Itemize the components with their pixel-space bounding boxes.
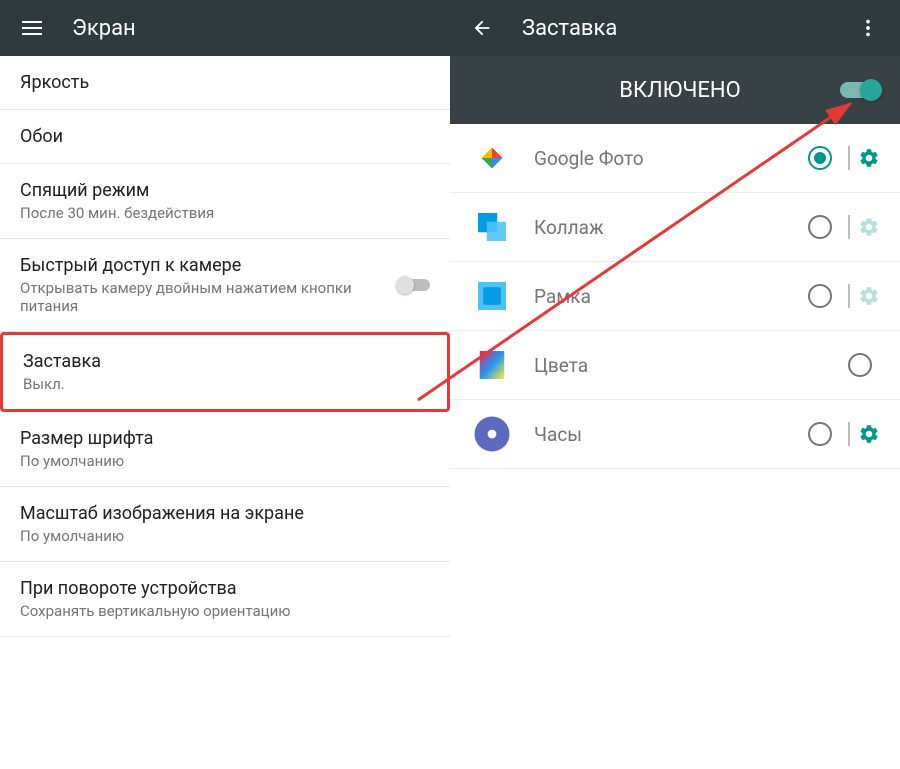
settings-item-subtitle: Сохранять вертикальную ориентацию (20, 602, 430, 620)
appbar-right: Заставка (450, 0, 900, 56)
clock-icon (470, 412, 514, 456)
radio-button[interactable] (848, 353, 872, 377)
colors-icon (470, 343, 514, 387)
appbar-title-left: Экран (72, 16, 136, 41)
radio-button[interactable] (808, 146, 832, 170)
settings-item-title: При повороте устройства (20, 578, 430, 599)
back-icon[interactable] (462, 8, 502, 48)
divider (848, 284, 850, 308)
settings-item[interactable]: При повороте устройства Сохранять вертика… (0, 562, 450, 637)
settings-item-subtitle: После 30 мин. бездействия (20, 204, 430, 222)
screensaver-label: Google Фото (534, 147, 808, 170)
status-label: ВКЛЮЧЕНО (520, 78, 840, 103)
appbar-left: Экран (0, 0, 450, 56)
settings-item-title: Быстрый доступ к камере (20, 255, 398, 276)
screensaver-label: Коллаж (534, 216, 808, 239)
status-bar: ВКЛЮЧЕНО (450, 56, 900, 124)
screensaver-item[interactable]: Google Фото (450, 124, 900, 193)
settings-item-subtitle: По умолчанию (20, 527, 430, 545)
settings-list: Яркость Обои Спящий режим После 30 мин. без… (0, 56, 450, 637)
settings-item[interactable]: Масштаб изображения на экране По умолчани… (0, 487, 450, 562)
right-pane: Заставка ВКЛЮЧЕНО Google Фото Коллаж Рамка… (450, 0, 900, 769)
settings-item-title: Спящий режим (20, 180, 430, 201)
hamburger-icon[interactable] (12, 8, 52, 48)
screensaver-item[interactable]: Цвета (450, 331, 900, 400)
gear-icon[interactable] (858, 285, 880, 307)
appbar-title-right: Заставка (522, 16, 617, 41)
settings-item[interactable]: Обои (0, 110, 450, 164)
collage-icon (470, 205, 514, 249)
screensaver-label: Рамка (534, 285, 808, 308)
settings-item-title: Яркость (20, 72, 430, 93)
screensaver-item[interactable]: Часы (450, 400, 900, 469)
settings-item-subtitle: Открывать камеру двойным нажатием кнопки… (20, 279, 398, 315)
overflow-icon[interactable] (848, 8, 888, 48)
item-toggle[interactable] (398, 279, 430, 291)
left-pane: Экран Яркость Обои Спящий режим После 30 ми… (0, 0, 450, 769)
settings-item[interactable]: Яркость (0, 56, 450, 110)
divider (848, 422, 850, 446)
screensaver-label: Часы (534, 423, 808, 446)
settings-item-subtitle: Выкл. (23, 375, 427, 393)
settings-item-title: Обои (20, 126, 430, 147)
settings-item[interactable]: Размер шрифта По умолчанию (0, 412, 450, 487)
frame-icon (470, 274, 514, 318)
gear-icon[interactable] (858, 216, 880, 238)
screensaver-item[interactable]: Рамка (450, 262, 900, 331)
screensaver-label: Цвета (534, 354, 848, 377)
settings-item-title: Заставка (23, 351, 427, 372)
master-toggle[interactable] (840, 82, 880, 98)
divider (848, 215, 850, 239)
radio-button[interactable] (808, 215, 832, 239)
settings-item[interactable]: Спящий режим После 30 мин. бездействия (0, 164, 450, 239)
photos-icon (470, 136, 514, 180)
settings-item[interactable]: Быстрый доступ к камере Открывать камеру … (0, 239, 450, 332)
radio-button[interactable] (808, 422, 832, 446)
gear-icon[interactable] (858, 423, 880, 445)
settings-item-title: Размер шрифта (20, 428, 430, 449)
screensaver-item[interactable]: Коллаж (450, 193, 900, 262)
divider (848, 146, 850, 170)
gear-icon[interactable] (858, 147, 880, 169)
settings-item-subtitle: По умолчанию (20, 452, 430, 470)
settings-item[interactable]: Заставка Выкл. (0, 332, 450, 412)
settings-item-title: Масштаб изображения на экране (20, 503, 430, 524)
screensaver-list: Google Фото Коллаж Рамка Цвета Часы (450, 124, 900, 469)
radio-button[interactable] (808, 284, 832, 308)
